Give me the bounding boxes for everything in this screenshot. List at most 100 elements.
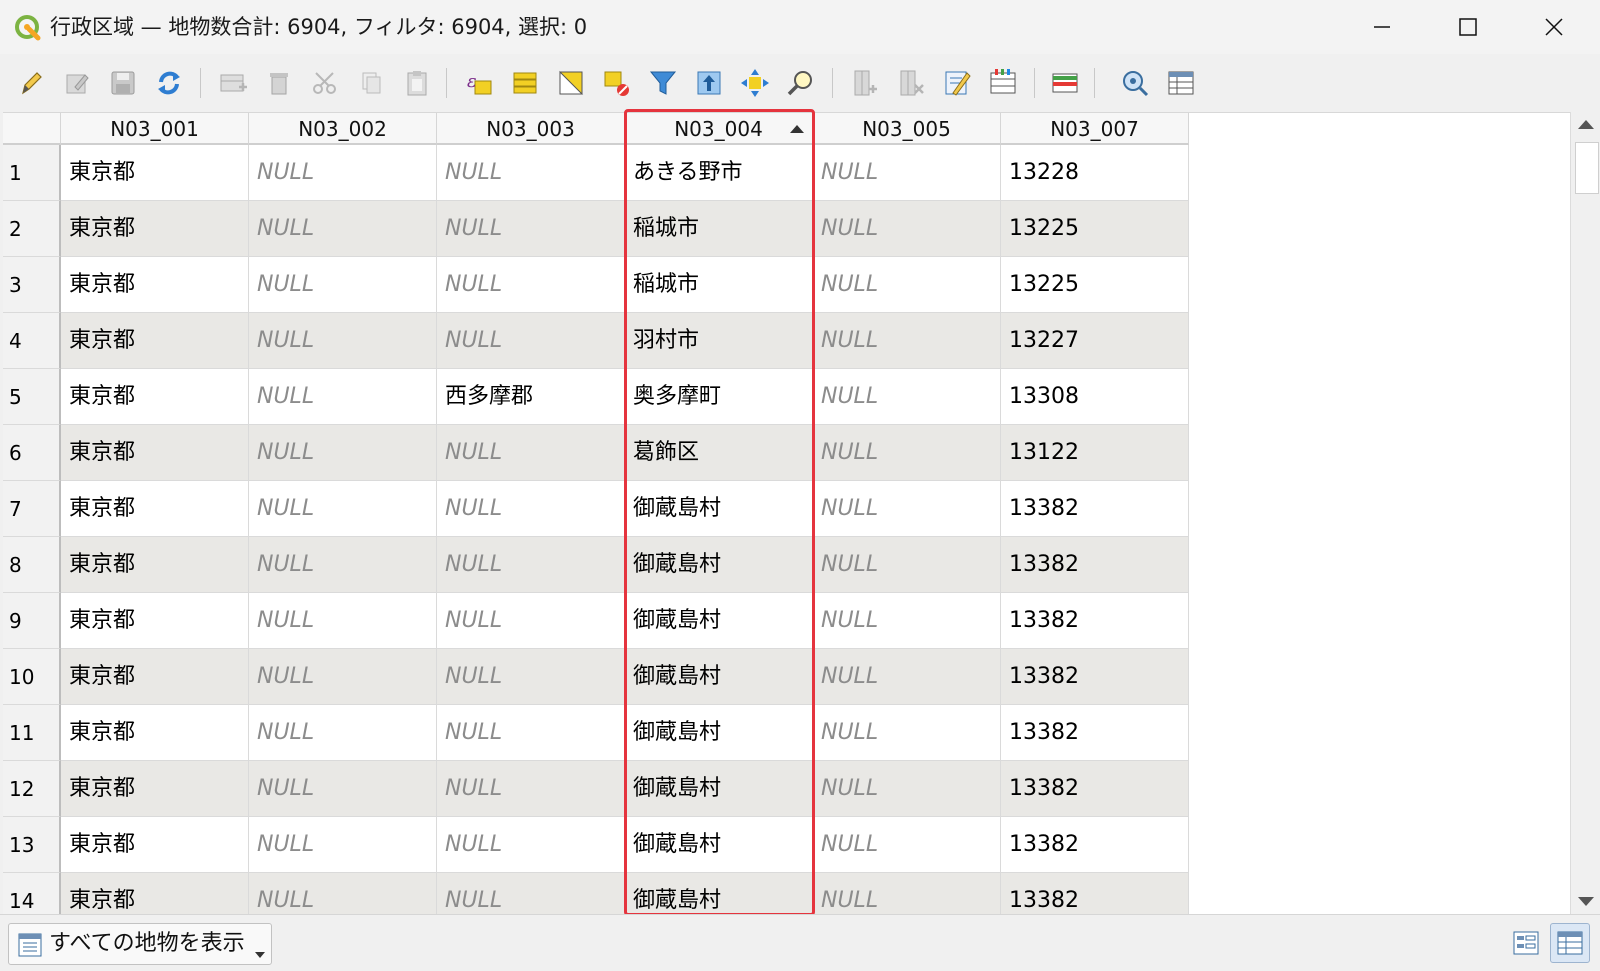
- table-cell[interactable]: 御蔵島村: [625, 649, 813, 705]
- table-cell[interactable]: NULL: [813, 873, 1001, 915]
- minimize-button[interactable]: [1342, 0, 1422, 54]
- table-cell[interactable]: 御蔵島村: [625, 761, 813, 817]
- table-cell[interactable]: 御蔵島村: [625, 873, 813, 915]
- table-cell[interactable]: NULL: [813, 257, 1001, 313]
- table-row[interactable]: 13 東京都 NULL NULL 御蔵島村 NULL 13382: [3, 817, 1193, 873]
- delete-field-button[interactable]: [892, 64, 930, 102]
- table-row[interactable]: 10 東京都 NULL NULL 御蔵島村 NULL 13382: [3, 649, 1193, 705]
- table-cell[interactable]: NULL: [249, 369, 437, 425]
- table-cell[interactable]: NULL: [249, 705, 437, 761]
- table-cell[interactable]: 13382: [1001, 817, 1189, 873]
- table-cell[interactable]: NULL: [813, 817, 1001, 873]
- column-header[interactable]: N03_002: [249, 113, 437, 145]
- table-cell[interactable]: 13225: [1001, 201, 1189, 257]
- table-cell[interactable]: NULL: [249, 481, 437, 537]
- table-cell[interactable]: 13382: [1001, 649, 1189, 705]
- table-row[interactable]: 14 東京都 NULL NULL 御蔵島村 NULL 13382: [3, 873, 1193, 915]
- row-header[interactable]: 1: [3, 145, 61, 201]
- row-header[interactable]: 11: [3, 705, 61, 761]
- dock-button[interactable]: [1116, 64, 1154, 102]
- table-cell[interactable]: 東京都: [61, 761, 249, 817]
- row-header[interactable]: 12: [3, 761, 61, 817]
- table-cell[interactable]: NULL: [813, 705, 1001, 761]
- table-cell[interactable]: NULL: [813, 481, 1001, 537]
- table-cell[interactable]: 東京都: [61, 873, 249, 915]
- table-cell[interactable]: 13122: [1001, 425, 1189, 481]
- table-cell[interactable]: 東京都: [61, 425, 249, 481]
- table-cell[interactable]: NULL: [813, 425, 1001, 481]
- row-header[interactable]: 14: [3, 873, 61, 915]
- column-header[interactable]: N03_001: [61, 113, 249, 145]
- table-cell[interactable]: 東京都: [61, 257, 249, 313]
- table-cell[interactable]: 13382: [1001, 481, 1189, 537]
- table-cell[interactable]: NULL: [437, 817, 625, 873]
- table-cell[interactable]: 東京都: [61, 649, 249, 705]
- reload-button[interactable]: [150, 64, 188, 102]
- table-row[interactable]: 2 東京都 NULL NULL 稲城市 NULL 13225: [3, 201, 1193, 257]
- multi-edit-button[interactable]: [58, 64, 96, 102]
- table-row[interactable]: 1 東京都 NULL NULL あきる野市 NULL 13228: [3, 145, 1193, 201]
- cut-button[interactable]: [306, 64, 344, 102]
- scroll-down-arrow-icon[interactable]: [1578, 897, 1594, 906]
- table-cell[interactable]: 羽村市: [625, 313, 813, 369]
- table-cell[interactable]: NULL: [437, 593, 625, 649]
- copy-button[interactable]: [352, 64, 390, 102]
- table-cell[interactable]: 13382: [1001, 705, 1189, 761]
- table-cell[interactable]: 御蔵島村: [625, 481, 813, 537]
- add-feature-button[interactable]: [214, 64, 252, 102]
- select-all-button[interactable]: [506, 64, 544, 102]
- column-header[interactable]: N03_005: [813, 113, 1001, 145]
- row-header[interactable]: 5: [3, 369, 61, 425]
- row-header[interactable]: 10: [3, 649, 61, 705]
- table-row[interactable]: 4 東京都 NULL NULL 羽村市 NULL 13227: [3, 313, 1193, 369]
- table-cell[interactable]: 御蔵島村: [625, 817, 813, 873]
- row-header[interactable]: 7: [3, 481, 61, 537]
- close-button[interactable]: [1514, 0, 1594, 54]
- table-cell[interactable]: NULL: [437, 257, 625, 313]
- column-header[interactable]: N03_004: [625, 113, 813, 145]
- table-cell[interactable]: 稲城市: [625, 257, 813, 313]
- row-header[interactable]: 3: [3, 257, 61, 313]
- table-cell[interactable]: NULL: [813, 313, 1001, 369]
- move-selection-top-button[interactable]: [690, 64, 728, 102]
- row-header[interactable]: 2: [3, 201, 61, 257]
- table-cell[interactable]: NULL: [249, 145, 437, 201]
- table-cell[interactable]: 東京都: [61, 201, 249, 257]
- table-cell[interactable]: NULL: [437, 537, 625, 593]
- table-cell[interactable]: 御蔵島村: [625, 705, 813, 761]
- table-cell[interactable]: 13225: [1001, 257, 1189, 313]
- table-cell[interactable]: 東京都: [61, 313, 249, 369]
- table-cell[interactable]: 東京都: [61, 481, 249, 537]
- table-row[interactable]: 12 東京都 NULL NULL 御蔵島村 NULL 13382: [3, 761, 1193, 817]
- field-calculator-button[interactable]: [938, 64, 976, 102]
- table-cell[interactable]: NULL: [249, 537, 437, 593]
- table-cell[interactable]: NULL: [249, 649, 437, 705]
- table-cell[interactable]: NULL: [437, 761, 625, 817]
- row-header[interactable]: 6: [3, 425, 61, 481]
- save-edits-button[interactable]: [104, 64, 142, 102]
- row-header[interactable]: 9: [3, 593, 61, 649]
- table-cell[interactable]: 稲城市: [625, 201, 813, 257]
- table-cell[interactable]: NULL: [249, 313, 437, 369]
- table-cell[interactable]: 東京都: [61, 705, 249, 761]
- table-cell[interactable]: 葛飾区: [625, 425, 813, 481]
- paste-button[interactable]: [398, 64, 436, 102]
- column-header[interactable]: N03_003: [437, 113, 625, 145]
- table-cell[interactable]: NULL: [813, 593, 1001, 649]
- zoom-to-selection-button[interactable]: [782, 64, 820, 102]
- table-cell[interactable]: 御蔵島村: [625, 537, 813, 593]
- table-cell[interactable]: 東京都: [61, 145, 249, 201]
- table-cell[interactable]: 13382: [1001, 593, 1189, 649]
- toggle-editing-button[interactable]: [12, 64, 50, 102]
- table-view-button[interactable]: [1550, 923, 1590, 963]
- table-cell[interactable]: 東京都: [61, 537, 249, 593]
- header-corner[interactable]: [3, 113, 61, 145]
- deselect-all-button[interactable]: [598, 64, 636, 102]
- table-row[interactable]: 6 東京都 NULL NULL 葛飾区 NULL 13122: [3, 425, 1193, 481]
- table-row[interactable]: 11 東京都 NULL NULL 御蔵島村 NULL 13382: [3, 705, 1193, 761]
- table-row[interactable]: 5 東京都 NULL 西多摩郡 奥多摩町 NULL 13308: [3, 369, 1193, 425]
- table-cell[interactable]: 13308: [1001, 369, 1189, 425]
- conditional-formatting-button[interactable]: [984, 64, 1022, 102]
- table-cell[interactable]: NULL: [813, 145, 1001, 201]
- table-cell[interactable]: 奥多摩町: [625, 369, 813, 425]
